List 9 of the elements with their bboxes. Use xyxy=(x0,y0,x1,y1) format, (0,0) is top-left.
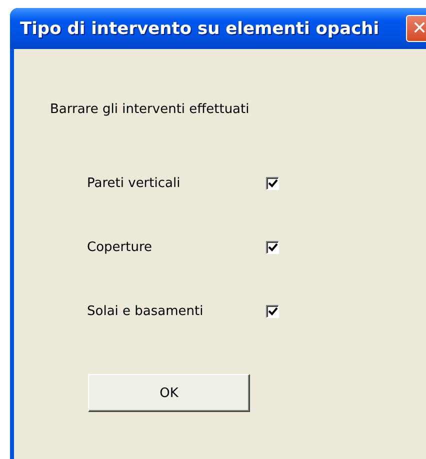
option-label: Solai e basamenti xyxy=(87,304,204,318)
option-label: Pareti verticali xyxy=(87,176,182,190)
checkbox[interactable] xyxy=(266,304,279,318)
checkbox[interactable] xyxy=(266,176,279,190)
ok-button[interactable]: OK xyxy=(88,374,250,412)
checkbox[interactable] xyxy=(266,240,279,254)
instruction-text: Barrare gli interventi effettuati xyxy=(50,101,250,119)
option-label: Coperture xyxy=(87,240,154,254)
window-title: Tipo di intervento su elementi opachi xyxy=(20,18,380,38)
